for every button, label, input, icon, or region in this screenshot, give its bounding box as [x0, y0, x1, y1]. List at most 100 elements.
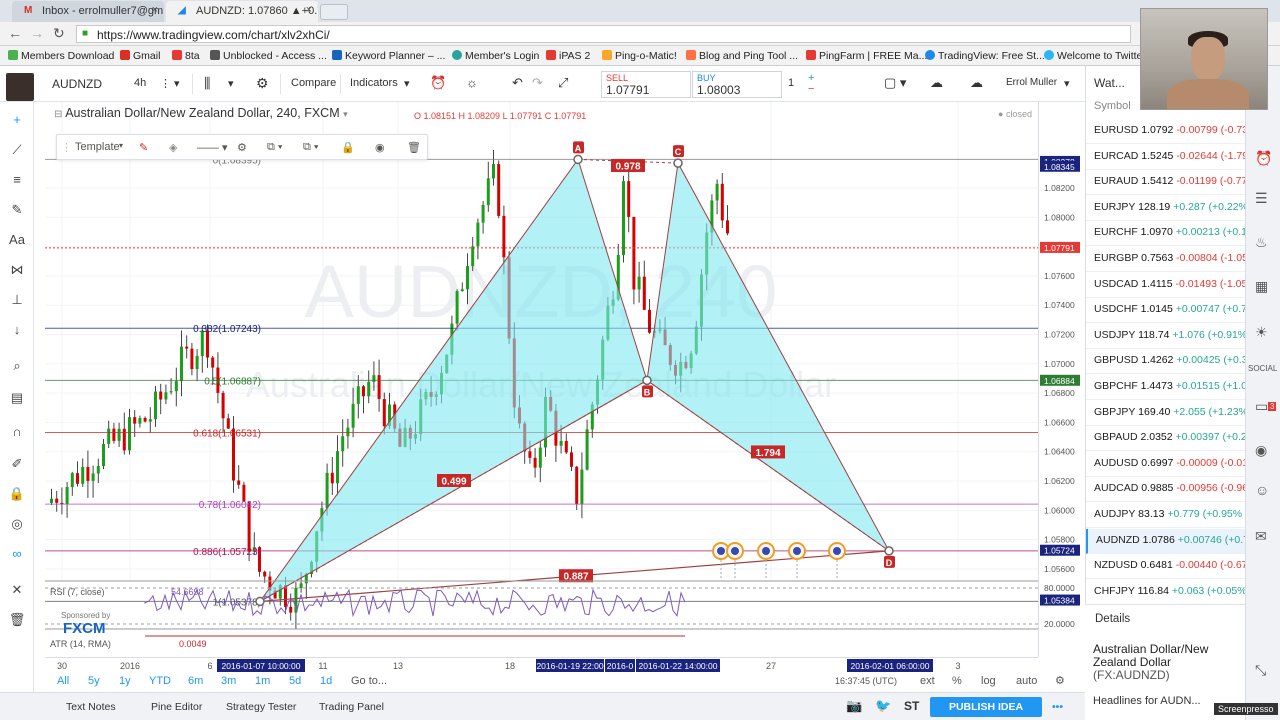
measure-icon[interactable]: ⊥ — [8, 292, 26, 310]
bookmark-item[interactable]: Blog and Ping Tool ... — [686, 50, 798, 62]
close-icon[interactable]: × — [152, 4, 158, 16]
line-style-icon[interactable]: —— ▾ — [197, 141, 228, 154]
bookmark-item[interactable]: iPAS 2 — [546, 50, 590, 62]
price-axis[interactable]: 1.082001.080001.078001.076001.074001.072… — [1038, 102, 1080, 657]
zoom-icon[interactable]: ⌕ — [8, 358, 26, 376]
pattern-point-handle[interactable] — [573, 154, 583, 165]
minus-icon[interactable]: − — [808, 83, 814, 103]
percent-toggle[interactable]: % — [952, 675, 962, 687]
range-1y[interactable]: 1y — [119, 675, 131, 687]
alert-icon[interactable]: ⏰ — [430, 74, 446, 94]
harmonic-triangle-bcd[interactable] — [646, 161, 890, 552]
layout-icon[interactable]: ▢ ▾ — [884, 74, 906, 94]
gear-icon[interactable]: ⚙ — [256, 74, 269, 94]
brush-icon[interactable]: ✎ — [8, 202, 26, 220]
back-icon[interactable]: ← — [8, 25, 22, 41]
bookmark-item[interactable]: 8ta — [172, 50, 200, 62]
bookmark-item[interactable]: Gmail — [120, 50, 160, 62]
eye-icon[interactable]: ◉ — [375, 141, 385, 154]
undo-icon[interactable]: ↶ — [512, 74, 523, 94]
bookmark-item[interactable]: TradingView: Free St... — [925, 50, 1045, 62]
pattern-point-handle[interactable] — [673, 158, 683, 168]
browser-tab-gmail[interactable]: M Inbox - errolmuller7@gm × — [12, 1, 164, 22]
ext-toggle[interactable]: ext — [920, 675, 935, 687]
cloud-upload-icon[interactable]: ☁ — [970, 74, 983, 94]
template-button[interactable]: Template — [75, 141, 120, 153]
symbol-input[interactable]: AUDNZD — [52, 74, 102, 94]
pattern-icon[interactable]: ⋈ — [8, 262, 26, 280]
resize-icon[interactable]: ⤡ — [1255, 662, 1266, 679]
tab-pine-editor[interactable]: Pine Editor — [151, 701, 202, 713]
watchlist-row[interactable]: EURGBP 0.7563 -0.00804 (-1.05 — [1086, 247, 1246, 272]
watchlist-title[interactable]: Wat... — [1094, 76, 1125, 90]
fill-color-icon[interactable]: ◈ — [169, 141, 177, 154]
chart-pane[interactable]: AUDNZD, 240Australian Dollar/New Zealand… — [45, 102, 1038, 657]
chat-icon[interactable]: ▭ — [1255, 398, 1268, 415]
social-label[interactable]: SOCIAL — [1248, 364, 1277, 373]
range-5d[interactable]: 5d — [289, 675, 301, 687]
watchlist-row[interactable]: EURJPY 128.19 +0.287 (+0.22% — [1086, 196, 1246, 221]
chevron-down-icon[interactable]: ▾ — [404, 74, 410, 94]
watchlist-row[interactable]: AUDNZD 1.0786 +0.00746 (+0.7 — [1086, 528, 1246, 554]
url-input[interactable]: ■ https://www.tradingview.com/chart/xlv2… — [76, 25, 1131, 43]
avatar[interactable] — [6, 73, 34, 101]
eye-icon[interactable]: ◎ — [8, 516, 26, 534]
bulb-icon[interactable]: ☼ — [466, 74, 478, 94]
streams-icon[interactable]: ◉ — [1255, 442, 1267, 459]
lock-icon[interactable]: 🔒 — [341, 141, 355, 154]
pencil-icon[interactable]: ✐ — [8, 456, 26, 474]
magnet-icon[interactable]: ∩ — [8, 424, 26, 442]
bookmark-item[interactable]: PingFarm | FREE Ma... — [806, 50, 927, 62]
publish-idea-button[interactable]: PUBLISH IDEA — [930, 697, 1042, 717]
watchlist-row[interactable]: USDJPY 118.74 +1.076 (+0.91% — [1086, 324, 1246, 349]
interval-button[interactable]: 4h — [134, 74, 146, 94]
reload-icon[interactable]: ↻ — [53, 25, 65, 42]
chat-bubble-icon[interactable]: ✉ — [1255, 528, 1267, 545]
watchlist-row[interactable]: USDCHF 1.0145 +0.00747 (+0.7 — [1086, 298, 1246, 324]
bookmark-item[interactable]: Members Download — [8, 50, 114, 62]
watchlist-row[interactable]: GBPUSD 1.4262 +0.00425 (+0.3 — [1086, 349, 1246, 375]
bookmark-item[interactable]: Welcome to Twitte — [1044, 50, 1142, 62]
watchlist-row[interactable]: USDCAD 1.4115 -0.01493 (-1.05 — [1086, 273, 1246, 298]
watchlist-row[interactable]: AUDJPY 83.13 +0.779 (+0.95% — [1086, 503, 1246, 528]
range-ytd[interactable]: YTD — [149, 675, 171, 687]
watchlist-row[interactable]: AUDUSD 0.6997 -0.00009 (-0.01 — [1086, 452, 1246, 477]
price-chart[interactable]: AUDNZD, 240Australian Dollar/New Zealand… — [45, 102, 1038, 657]
link-icon[interactable]: ∞ — [8, 546, 26, 564]
alarm-icon[interactable]: ⏰ — [1255, 150, 1272, 167]
pattern-point-handle[interactable] — [642, 375, 652, 386]
people-icon[interactable]: ☺ — [1255, 482, 1269, 498]
indicators-button[interactable]: Indicators — [350, 74, 398, 94]
log-toggle[interactable]: log — [981, 675, 996, 687]
auto-toggle[interactable]: auto — [1016, 675, 1037, 687]
chevron-down-icon[interactable]: ▾ — [1064, 74, 1070, 94]
redo-icon[interactable]: ↷ — [532, 74, 543, 94]
calendar-icon[interactable]: ▦ — [1255, 278, 1268, 295]
watchlist-row[interactable]: EURUSD 1.0792 -0.00799 (-0.73 — [1086, 119, 1246, 144]
time-axis[interactable]: 30 2016 6 11 13 18 27 3 2016-01-07 10:00:00 2016-… — [45, 657, 1038, 673]
close-icon[interactable]: × — [306, 4, 312, 16]
twitter-icon[interactable]: 🐦 — [875, 698, 891, 714]
range-1m[interactable]: 1m — [255, 675, 270, 687]
tab-text-notes[interactable]: Text Notes — [66, 701, 116, 713]
range-1d[interactable]: 1d — [320, 675, 332, 687]
sell-button[interactable]: SELL 1.07791 — [601, 71, 691, 98]
collapse-icon[interactable]: ⊟ — [54, 109, 62, 120]
compare-button[interactable]: Compare — [291, 74, 336, 94]
idea-icon[interactable]: ☀ — [1255, 324, 1268, 341]
quantity-input[interactable]: 1 — [788, 74, 794, 94]
trend-line-icon[interactable]: ⟋ — [8, 142, 26, 160]
watchlist-row[interactable]: EURCAD 1.5245 -0.02644 (-1.79 — [1086, 145, 1246, 170]
clone-icon[interactable]: ⧉ ▾ — [267, 141, 283, 154]
tab-strategy-tester[interactable]: Strategy Tester — [226, 701, 296, 713]
bookmark-item[interactable]: Unblocked - Access ... — [210, 50, 327, 62]
bookmark-item[interactable]: Ping-o-Matic! — [602, 50, 677, 62]
watchlist-row[interactable]: GBPCHF 1.4473 +0.01515 (+1.0 — [1086, 375, 1246, 400]
forward-icon[interactable]: → — [30, 25, 44, 41]
line-color-icon[interactable]: ✎ — [139, 141, 148, 154]
remove-drawings-icon[interactable]: ✕ — [8, 582, 26, 600]
crosshair-icon[interactable]: + — [8, 112, 26, 130]
chevron-down-icon[interactable]: ▾ — [119, 141, 123, 150]
range-6m[interactable]: 6m — [188, 675, 203, 687]
bookmark-item[interactable]: Keyword Planner – ... — [332, 50, 445, 62]
